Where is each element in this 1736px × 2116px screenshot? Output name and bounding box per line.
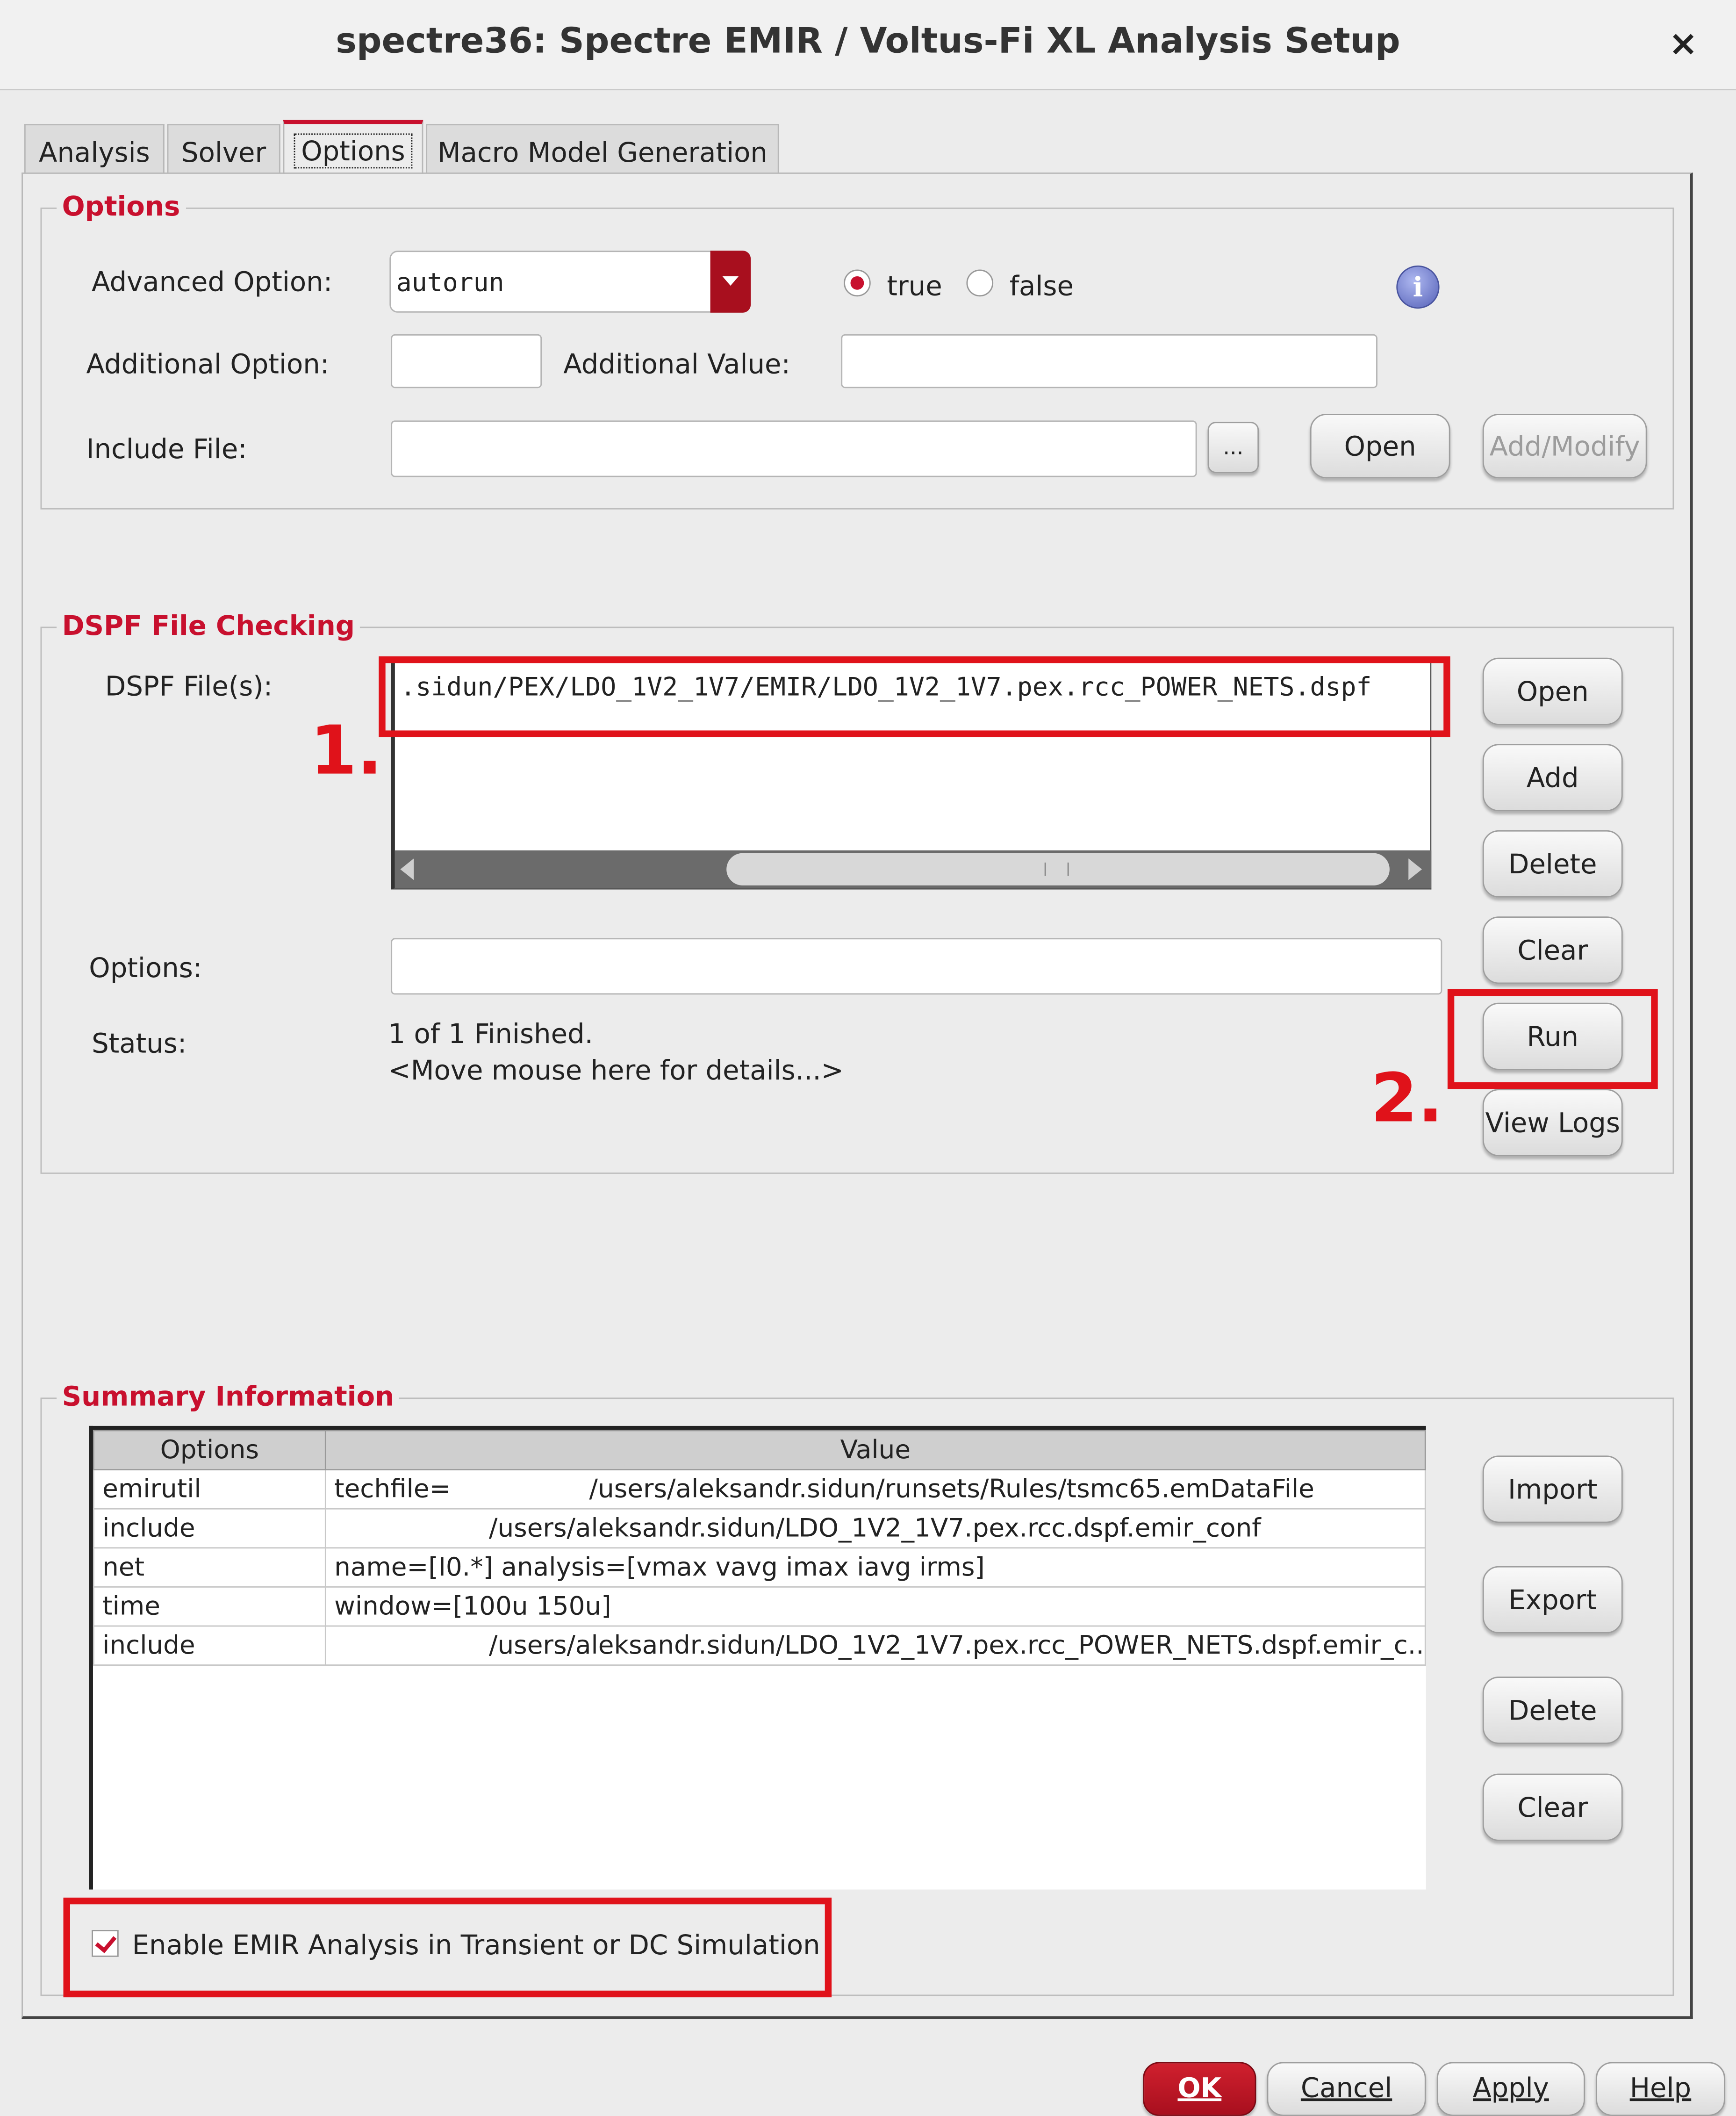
chevron-down-icon[interactable] bbox=[710, 251, 751, 313]
options-group-title: Options bbox=[57, 190, 186, 223]
summary-table: Options Value emirutil techfile= /users/… bbox=[93, 1430, 1426, 1666]
table-cell-option: time bbox=[93, 1586, 326, 1627]
table-cell-value: window=[100u 150u] bbox=[324, 1586, 1426, 1627]
dspf-options-input[interactable] bbox=[391, 938, 1442, 995]
table-cell-value: /users/aleksandr.sidun/LDO_1V2_1V7.pex.r… bbox=[324, 1508, 1426, 1549]
include-open-button[interactable]: Open bbox=[1310, 413, 1450, 479]
status-details-hint[interactable]: <Move mouse here for details...> bbox=[388, 1054, 844, 1086]
column-header-options[interactable]: Options bbox=[93, 1430, 326, 1471]
radio-true-label: true bbox=[887, 269, 942, 302]
browse-button[interactable]: ... bbox=[1207, 422, 1259, 473]
radio-false-label: false bbox=[1009, 269, 1074, 302]
dspf-open-button[interactable]: Open bbox=[1482, 657, 1623, 725]
apply-button[interactable]: Apply bbox=[1436, 2062, 1585, 2116]
table-cell-option: include bbox=[93, 1508, 326, 1549]
help-button[interactable]: Help bbox=[1596, 2062, 1725, 2116]
table-row[interactable]: include /users/aleksandr.sidun/LDO_1V2_1… bbox=[93, 1625, 1426, 1666]
table-cell-option: net bbox=[93, 1547, 326, 1588]
annotation-2: 2. bbox=[1370, 1059, 1443, 1137]
include-file-label: Include File: bbox=[86, 432, 247, 465]
table-row[interactable]: emirutil techfile= /users/aleksandr.sidu… bbox=[93, 1469, 1426, 1510]
advanced-option-select[interactable]: autorun bbox=[389, 251, 751, 313]
radio-true[interactable] bbox=[844, 269, 871, 297]
status-label: Status: bbox=[92, 1027, 187, 1059]
window-title: spectre36: Spectre EMIR / Voltus-Fi XL A… bbox=[336, 22, 1400, 62]
dspf-files-label: DSPF File(s): bbox=[105, 669, 273, 702]
summary-delete-button[interactable]: Delete bbox=[1482, 1677, 1623, 1744]
ok-button[interactable]: OK bbox=[1143, 2062, 1256, 2116]
dspf-clear-button[interactable]: Clear bbox=[1482, 916, 1623, 984]
dspf-options-label: Options: bbox=[89, 951, 202, 984]
scrollbar-thumb[interactable] bbox=[726, 853, 1390, 885]
table-cell-value: name=[I0.*] analysis=[vmax vavg imax iav… bbox=[324, 1547, 1426, 1588]
additional-option-input[interactable] bbox=[391, 334, 542, 389]
scroll-left-icon[interactable] bbox=[400, 858, 414, 880]
annotation-1: 1. bbox=[310, 712, 383, 790]
summary-table-container[interactable]: Options Value emirutil techfile= /users/… bbox=[89, 1425, 1426, 1890]
dspf-group-title: DSPF File Checking bbox=[57, 609, 360, 642]
advanced-option-label: Advanced Option: bbox=[92, 265, 333, 298]
advanced-option-value: autorun bbox=[396, 268, 504, 298]
close-icon[interactable]: × bbox=[1669, 24, 1698, 65]
horizontal-scrollbar[interactable] bbox=[395, 850, 1432, 888]
summary-clear-button[interactable]: Clear bbox=[1482, 1773, 1623, 1841]
scroll-right-icon[interactable] bbox=[1408, 858, 1422, 880]
table-cell-value: techfile= /users/aleksandr.sidun/runsets… bbox=[324, 1469, 1426, 1510]
dspf-add-button[interactable]: Add bbox=[1482, 744, 1623, 812]
radio-selected-dot bbox=[850, 276, 864, 290]
grip-icon bbox=[1044, 862, 1069, 876]
additional-option-label: Additional Option: bbox=[86, 347, 330, 380]
additional-value-label: Additional Value: bbox=[563, 347, 790, 380]
additional-value-input[interactable] bbox=[841, 334, 1377, 389]
annotation-box-1 bbox=[379, 656, 1450, 737]
export-button[interactable]: Export bbox=[1482, 1566, 1623, 1634]
add-modify-button[interactable]: Add/Modify bbox=[1482, 413, 1647, 479]
table-row[interactable]: net name=[I0.*] analysis=[vmax vavg imax… bbox=[93, 1547, 1426, 1588]
info-icon[interactable]: i bbox=[1396, 265, 1440, 309]
tab-options[interactable]: Options bbox=[283, 120, 423, 174]
radio-false[interactable] bbox=[966, 269, 994, 297]
tab-options-label: Options bbox=[294, 133, 412, 169]
tab-solver[interactable]: Solver bbox=[167, 124, 280, 173]
cancel-button[interactable]: Cancel bbox=[1267, 2062, 1426, 2116]
import-button[interactable]: Import bbox=[1482, 1455, 1623, 1523]
summary-group-title: Summary Information bbox=[57, 1380, 400, 1413]
view-logs-button[interactable]: View Logs bbox=[1482, 1089, 1623, 1157]
table-cell-option: include bbox=[93, 1625, 326, 1666]
column-header-value[interactable]: Value bbox=[324, 1430, 1426, 1471]
annotation-box-3 bbox=[63, 1897, 832, 1998]
table-cell-option: emirutil bbox=[93, 1469, 326, 1510]
table-row[interactable]: time window=[100u 150u] bbox=[93, 1586, 1426, 1627]
dspf-delete-button[interactable]: Delete bbox=[1482, 830, 1623, 898]
include-file-input[interactable] bbox=[391, 420, 1197, 477]
status-text: 1 of 1 Finished. bbox=[388, 1017, 594, 1050]
tab-macro-model-generation[interactable]: Macro Model Generation bbox=[426, 124, 779, 173]
table-cell-value: /users/aleksandr.sidun/LDO_1V2_1V7.pex.r… bbox=[324, 1625, 1426, 1666]
table-row[interactable]: include /users/aleksandr.sidun/LDO_1V2_1… bbox=[93, 1508, 1426, 1549]
tab-analysis[interactable]: Analysis bbox=[24, 124, 165, 173]
table-header-row: Options Value bbox=[93, 1430, 1426, 1471]
annotation-box-2 bbox=[1447, 989, 1658, 1089]
